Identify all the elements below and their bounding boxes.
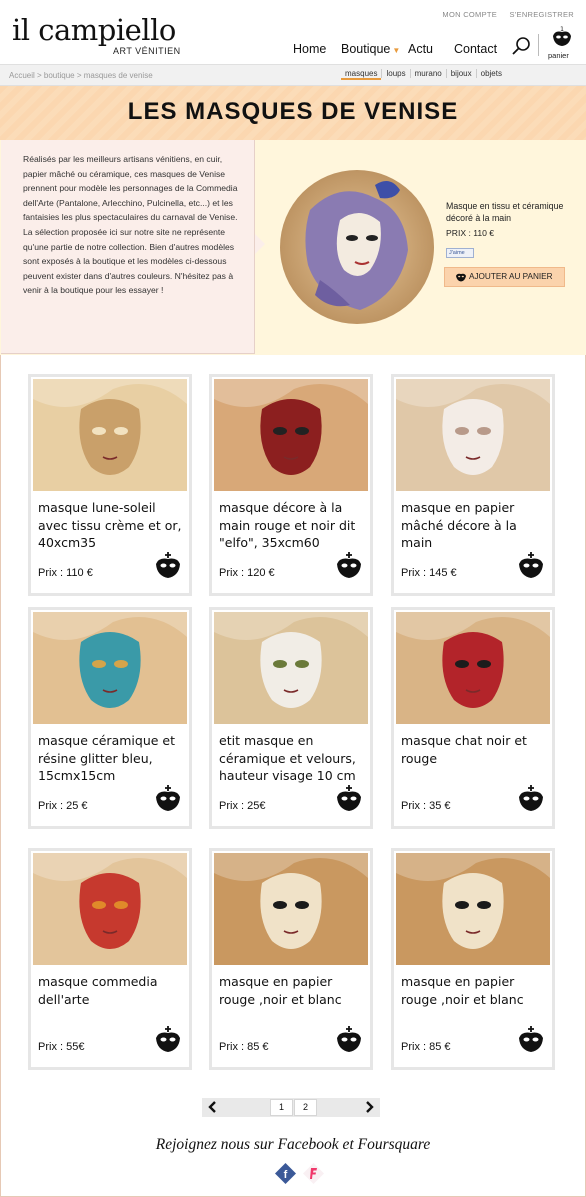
add-to-cart-label: AJOUTER AU PANIER <box>469 272 553 281</box>
cart-mask-icon[interactable] <box>153 551 183 581</box>
header-divider <box>538 34 539 56</box>
nav-actu[interactable]: Actu <box>408 42 433 56</box>
product-title[interactable]: masque chat noir et rouge <box>401 732 547 767</box>
intro-text: Réalisés par les meilleurs artisans véni… <box>1 140 255 354</box>
product-price: Prix : 110 € <box>38 567 93 579</box>
nav-boutique-label: Boutique <box>341 42 391 56</box>
product-title[interactable]: etit masque en céramique et velours, hau… <box>219 732 365 785</box>
header: il campiello ART VÉNITIEN MON COMPTE S'E… <box>0 0 586 64</box>
category-subnav: masques loups murano bijoux objets <box>341 69 506 80</box>
cart-mask-icon[interactable] <box>334 551 364 581</box>
product-card[interactable]: masque lune-soleil avec tissu crème et o… <box>28 374 192 596</box>
product-image[interactable] <box>396 379 550 491</box>
product-card[interactable]: masque commedia dell'arte Prix : 55€ <box>28 848 192 1070</box>
product-title[interactable]: masque décore à la main rouge et noir di… <box>219 499 365 552</box>
product-image[interactable] <box>214 379 368 491</box>
product-card[interactable]: masque en papier rouge ,noir et blanc Pri… <box>209 848 373 1070</box>
account-link[interactable]: MON COMPTE <box>442 10 497 19</box>
cart-mask-icon[interactable] <box>334 1025 364 1055</box>
register-link[interactable]: S'ENREGISTRER <box>509 10 574 19</box>
product-title[interactable]: masque en papier mâché décore à la main <box>401 499 547 552</box>
subnav-murano[interactable]: murano <box>409 69 446 78</box>
chevron-left-icon[interactable] <box>206 1100 220 1114</box>
product-card[interactable]: masque en papier rouge ,noir et blanc Pri… <box>391 848 555 1070</box>
cart-mask-icon <box>456 273 466 282</box>
nav-contact[interactable]: Contact <box>454 42 497 56</box>
cart-mask-icon[interactable] <box>516 1025 546 1055</box>
product-title[interactable]: masque en papier rouge ,noir et blanc <box>401 973 547 1008</box>
product-image[interactable] <box>214 853 368 965</box>
product-image[interactable] <box>33 612 187 724</box>
page-1[interactable]: 1 <box>270 1099 293 1116</box>
product-price: Prix : 120 € <box>219 567 275 579</box>
breadcrumb[interactable]: Accueil > boutique > masques de venise <box>9 71 153 80</box>
pagination: 1 2 <box>202 1098 380 1117</box>
product-price: Prix : 25 € <box>38 800 88 812</box>
intro-notch <box>255 234 265 254</box>
facebook-like-button[interactable]: J'aime <box>446 248 474 258</box>
subnav-loups[interactable]: loups <box>381 69 410 78</box>
product-price: Prix : 55€ <box>38 1041 85 1053</box>
product-card[interactable]: masque en papier mâché décore à la main P… <box>391 374 555 596</box>
product-image[interactable] <box>396 612 550 724</box>
product-price: Prix : 35 € <box>401 800 451 812</box>
cart-mask-icon[interactable] <box>153 784 183 814</box>
facebook-icon[interactable]: f <box>275 1163 296 1184</box>
foursquare-icon[interactable] <box>303 1163 324 1184</box>
cart-mask-icon[interactable] <box>334 784 364 814</box>
title-banner: LES MASQUES DE VENISE <box>0 86 586 140</box>
subnav-bijoux[interactable]: bijoux <box>445 69 476 78</box>
nav-boutique[interactable]: Boutique ▼ <box>341 42 400 56</box>
search-icon[interactable] <box>511 36 531 56</box>
product-card[interactable]: masque chat noir et rouge Prix : 35 € <box>391 607 555 829</box>
top-links: MON COMPTE S'ENREGISTRER <box>432 10 574 19</box>
featured-product-image[interactable] <box>280 170 434 324</box>
page-2[interactable]: 2 <box>294 1099 317 1116</box>
add-to-cart-button[interactable]: AJOUTER AU PANIER <box>444 267 565 287</box>
product-price: Prix : 25€ <box>219 800 266 812</box>
page-title: LES MASQUES DE VENISE <box>127 98 459 125</box>
product-image[interactable] <box>214 612 368 724</box>
cart-label[interactable]: panier <box>548 51 569 60</box>
product-price: Prix : 85 € <box>401 1041 451 1053</box>
product-title[interactable]: masque commedia dell'arte <box>38 973 184 1008</box>
product-title[interactable]: masque céramique et résine glitter bleu,… <box>38 732 184 785</box>
cart-mask-icon[interactable] <box>516 784 546 814</box>
product-price: Prix : 145 € <box>401 567 457 579</box>
product-title[interactable]: masque lune-soleil avec tissu crème et o… <box>38 499 184 552</box>
product-price: Prix : 85 € <box>219 1041 269 1053</box>
cart-count: 1 <box>560 26 564 33</box>
cart-mask-icon[interactable] <box>516 551 546 581</box>
cart-mask-icon[interactable] <box>153 1025 183 1055</box>
breadcrumb-bar: Accueil > boutique > masques de venise m… <box>0 64 586 86</box>
svg-text:f: f <box>284 1169 288 1181</box>
subnav-objets[interactable]: objets <box>475 69 506 78</box>
product-card[interactable]: masque décore à la main rouge et noir di… <box>209 374 373 596</box>
nav-home[interactable]: Home <box>293 42 326 56</box>
dropdown-arrow-icon: ▼ <box>392 46 401 55</box>
chevron-right-icon[interactable] <box>362 1100 376 1114</box>
cart-mask-icon[interactable]: 1 <box>550 26 574 50</box>
product-title[interactable]: masque en papier rouge ,noir et blanc <box>219 973 365 1008</box>
subnav-masques[interactable]: masques <box>341 69 382 80</box>
social-invite: Rejoignez nous sur Facebook et Foursquar… <box>155 1136 431 1153</box>
logo[interactable]: il campiello <box>12 14 176 46</box>
product-image[interactable] <box>33 853 187 965</box>
product-image[interactable] <box>33 379 187 491</box>
featured-price: PRIX : 110 € <box>446 228 495 238</box>
logo-subtitle: ART VÉNITIEN <box>113 46 181 56</box>
featured-title[interactable]: Masque en tissu et céramique décoré à la… <box>446 200 576 224</box>
product-image[interactable] <box>396 853 550 965</box>
product-card[interactable]: masque céramique et résine glitter bleu,… <box>28 607 192 829</box>
product-card[interactable]: etit masque en céramique et velours, hau… <box>209 607 373 829</box>
